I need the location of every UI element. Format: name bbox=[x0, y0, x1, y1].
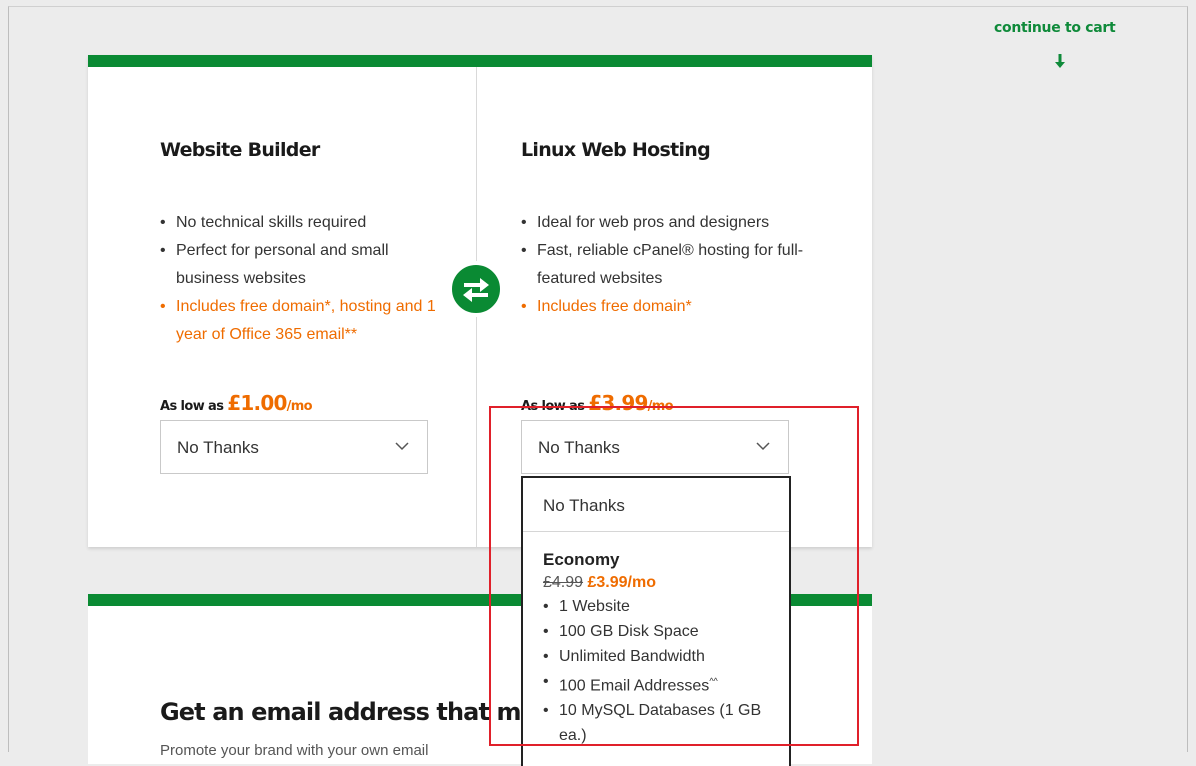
plan-feature-text: 100 Email Addresses bbox=[559, 677, 710, 695]
linux-hosting-plan-dropdown: No Thanks Economy £4.99 £3.99/mo 1 Websi… bbox=[521, 476, 791, 766]
price-value: £3.99 bbox=[588, 391, 648, 415]
price-unit: /mo bbox=[647, 399, 674, 414]
dropdown-option-economy[interactable]: Economy £4.99 £3.99/mo 1 Website 100 GB … bbox=[523, 532, 789, 748]
old-price: £4.99 bbox=[543, 574, 584, 591]
feature-list: No technical skills required Perfect for… bbox=[160, 209, 450, 349]
feature-item-highlight: Includes free domain* bbox=[521, 293, 811, 321]
price-unit: /mo bbox=[286, 399, 313, 414]
plan-feature: 10 MySQL Databases (1 GB ea.) bbox=[543, 698, 763, 748]
new-price: £3.99/mo bbox=[587, 574, 656, 591]
email-section-heading: Get an email address that mat bbox=[160, 698, 547, 726]
chevron-down-icon bbox=[756, 442, 770, 451]
select-value: No Thanks bbox=[538, 438, 620, 457]
product-title: Linux Web Hosting bbox=[521, 139, 711, 161]
feature-item: Perfect for personal and small business … bbox=[160, 237, 450, 293]
continue-to-cart-link[interactable]: continue to cart bbox=[994, 20, 1116, 36]
price-line: As low as £3.99/mo bbox=[521, 391, 674, 415]
feature-list: Ideal for web pros and designers Fast, r… bbox=[521, 209, 811, 321]
price-prefix: As low as bbox=[521, 399, 589, 414]
chevron-down-icon bbox=[395, 442, 409, 451]
footnote-marker: ^^ bbox=[709, 676, 718, 686]
product-title: Website Builder bbox=[160, 139, 320, 161]
feature-item: Fast, reliable cPanel® hosting for full-… bbox=[521, 237, 811, 293]
select-value: No Thanks bbox=[177, 438, 259, 457]
plan-price: £4.99 £3.99/mo bbox=[543, 574, 789, 592]
upsell-card: Website Builder No technical skills requ… bbox=[88, 55, 872, 547]
feature-item-highlight: Includes free domain*, hosting and 1 yea… bbox=[160, 293, 450, 349]
price-value: £1.00 bbox=[227, 391, 287, 415]
price-prefix: As low as bbox=[160, 399, 228, 414]
plan-feature: 100 GB Disk Space bbox=[543, 619, 763, 644]
feature-item: Ideal for web pros and designers bbox=[521, 209, 811, 237]
swap-products-icon[interactable] bbox=[448, 261, 504, 317]
feature-item: No technical skills required bbox=[160, 209, 450, 237]
card-top-bar bbox=[88, 55, 872, 67]
plan-name: Economy bbox=[543, 550, 620, 569]
dropdown-option-no-thanks[interactable]: No Thanks bbox=[523, 478, 789, 532]
email-section-subtext: Promote your brand with your own email bbox=[160, 742, 429, 759]
website-builder-plan-select[interactable]: No Thanks bbox=[160, 420, 428, 474]
arrow-down-icon bbox=[1055, 54, 1065, 68]
linux-hosting-plan-select[interactable]: No Thanks bbox=[521, 420, 789, 474]
plan-feature-list: 1 Website 100 GB Disk Space Unlimited Ba… bbox=[543, 594, 763, 748]
plan-feature: 1 Website bbox=[543, 594, 763, 619]
plan-feature: 100 Email Addresses^^ bbox=[543, 669, 763, 698]
swap-arrows-icon bbox=[463, 278, 489, 302]
price-line: As low as £1.00/mo bbox=[160, 391, 313, 415]
plan-feature: Unlimited Bandwidth bbox=[543, 644, 763, 669]
